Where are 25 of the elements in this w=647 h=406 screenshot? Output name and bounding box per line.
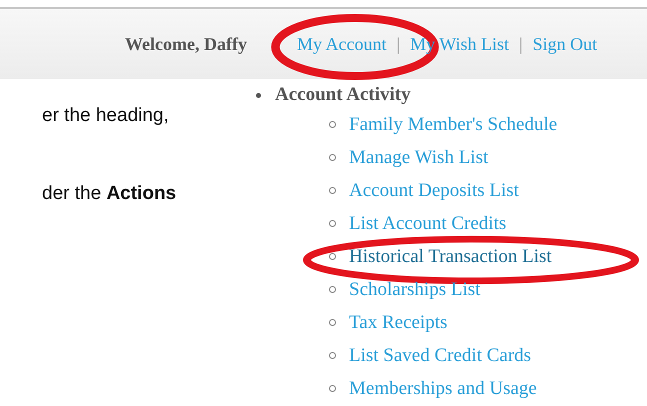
menu-link[interactable]: Tax Receipts [349, 312, 448, 332]
menu-link[interactable]: List Saved Credit Cards [349, 344, 532, 366]
bullet-icon [329, 319, 336, 326]
menu-link[interactable]: List Account Credits [349, 212, 506, 234]
menu-link[interactable]: Scholarships List [349, 278, 480, 300]
separator: | [396, 34, 400, 54]
menu-link[interactable]: Account Deposits List [349, 180, 519, 200]
separator: | [519, 34, 523, 54]
bullet-icon [329, 187, 336, 194]
bullet-icon [329, 352, 336, 359]
bullet-icon [329, 286, 336, 293]
bullet-icon [329, 385, 336, 392]
nav-link[interactable]: Sign Out [532, 34, 598, 54]
document-text: der the Actions [42, 183, 178, 205]
bullet-icon [329, 220, 336, 227]
bullet-icon [329, 253, 336, 260]
nav-link[interactable]: My Account [296, 34, 386, 54]
bullet-icon [329, 121, 336, 128]
welcome-text: Welcome, Daffy [125, 34, 247, 54]
document-text: er the heading, [42, 105, 170, 127]
bullet-icon [329, 154, 336, 161]
menu-link[interactable]: Family Member's Schedule [349, 114, 558, 134]
menu-link[interactable]: Memberships and Usage [349, 378, 537, 398]
menu-link[interactable]: Manage Wish List [349, 146, 488, 168]
menu-heading: Account Activity [275, 84, 411, 106]
